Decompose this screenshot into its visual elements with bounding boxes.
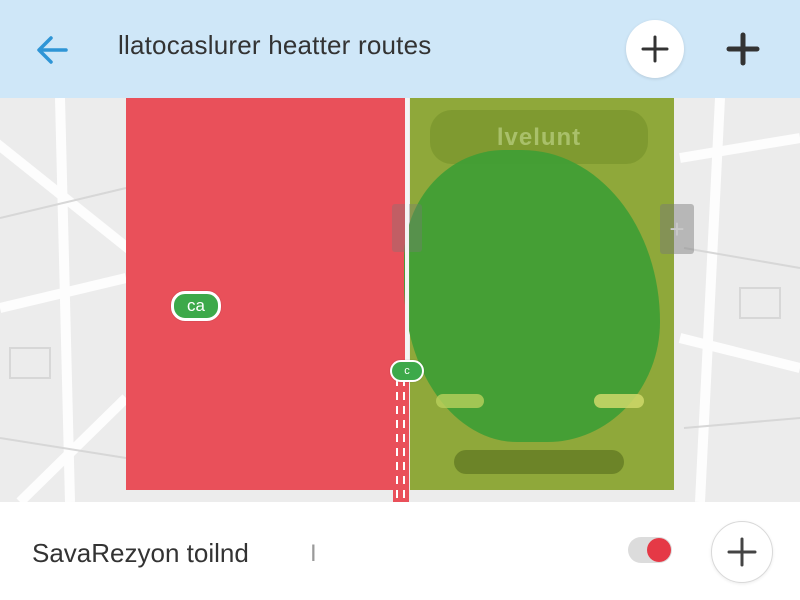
- bottom-bar: SavaRezyon toilnd I: [0, 502, 800, 600]
- map-marker-route[interactable]: c: [390, 360, 424, 382]
- marker-label: ca: [187, 296, 205, 315]
- text-cursor: I: [310, 540, 317, 567]
- zone-indicator-left: [436, 394, 484, 408]
- map-view[interactable]: lvelunt + ca c: [0, 98, 800, 502]
- marker-label: c: [404, 365, 410, 377]
- zone-action-bar[interactable]: [454, 450, 624, 474]
- plus-icon: [641, 35, 669, 63]
- arrow-left-icon: [37, 36, 68, 64]
- page-title: llatocaslurer heatter routes: [118, 30, 432, 60]
- add-layer-button[interactable]: [716, 22, 770, 76]
- back-button[interactable]: [28, 26, 76, 74]
- plus-icon: [727, 537, 757, 567]
- app-header: llatocaslurer heatter routes: [0, 0, 800, 98]
- heat-zone-red[interactable]: [126, 98, 406, 490]
- add-button[interactable]: [711, 521, 773, 583]
- plus-icon: [726, 32, 760, 66]
- add-route-button[interactable]: [626, 20, 684, 78]
- route-toggle[interactable]: [628, 537, 672, 563]
- zone-info-label: lvelunt: [496, 124, 582, 151]
- zone-indicator-right: [594, 394, 644, 408]
- route-divider: [405, 98, 409, 368]
- plus-icon: +: [669, 213, 685, 244]
- map-marker-ca[interactable]: ca: [171, 291, 221, 321]
- route-path: [393, 368, 409, 502]
- route-name-field[interactable]: SavaRezyon toilnd: [32, 538, 249, 569]
- drag-handle-right[interactable]: +: [660, 204, 694, 254]
- toggle-knob: [647, 538, 671, 562]
